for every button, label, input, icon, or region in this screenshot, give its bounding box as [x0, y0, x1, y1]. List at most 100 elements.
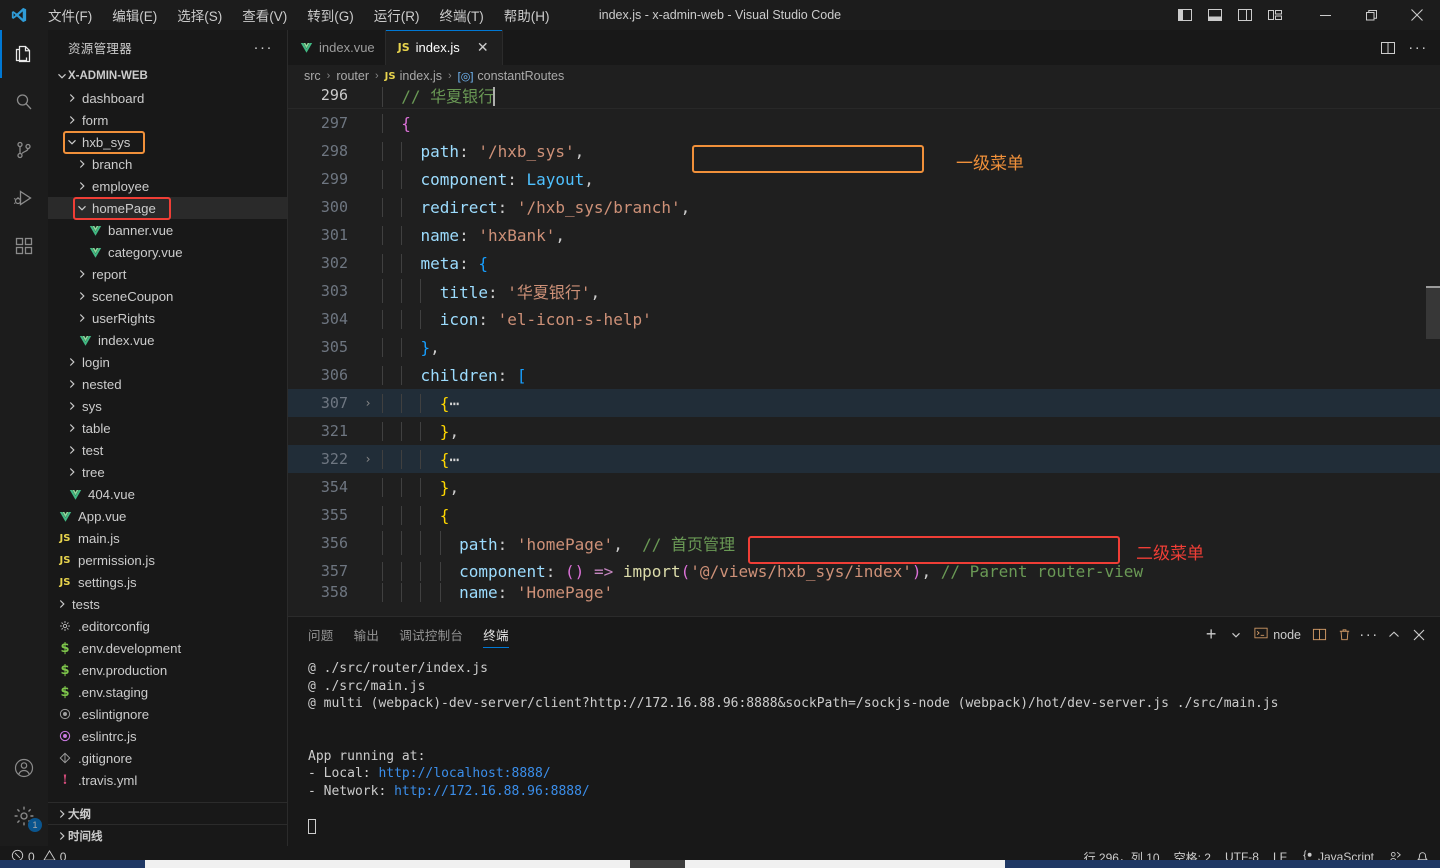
code-line[interactable]: 358 name: 'HomePage'	[288, 582, 1440, 602]
code-line[interactable]: 321 },	[288, 417, 1440, 445]
code-line[interactable]: 303 title: '华夏银行',	[288, 277, 1440, 305]
tree-item-test[interactable]: test	[48, 439, 287, 461]
tree-item--editorconfig[interactable]: .editorconfig	[48, 615, 287, 637]
menu-file[interactable]: 文件(F)	[38, 0, 102, 30]
tree-item-settings-js[interactable]: JS settings.js	[48, 571, 287, 593]
toggle-primary-sidebar-icon[interactable]	[1170, 0, 1200, 30]
tree-item-banner-vue[interactable]: banner.vue	[48, 219, 287, 241]
panel-tab-terminal[interactable]: 终端	[483, 617, 509, 652]
code-line[interactable]: 357 component: () => import('@/views/hxb…	[288, 557, 1440, 585]
activity-extensions-icon[interactable]	[0, 222, 48, 270]
toggle-secondary-sidebar-icon[interactable]	[1230, 0, 1260, 30]
tree-item-app-vue[interactable]: App.vue	[48, 505, 287, 527]
tree-item-tests[interactable]: tests	[48, 593, 287, 615]
tab-close-icon[interactable]: ✕	[474, 39, 492, 57]
terminal-link[interactable]: http://localhost:8888/	[378, 766, 550, 781]
tree-item-category-vue[interactable]: category.vue	[48, 241, 287, 263]
code-line[interactable]: 355 {	[288, 501, 1440, 529]
tab-index-js[interactable]: JS index.js ✕	[385, 30, 503, 65]
tree-item-form[interactable]: form	[48, 109, 287, 131]
breadcrumb-router[interactable]: router	[336, 69, 369, 83]
code-line[interactable]: 297 {	[288, 109, 1440, 137]
maximize-panel-icon[interactable]	[1383, 621, 1405, 649]
code-line[interactable]: 296 // 华夏银行	[288, 87, 1440, 109]
tree-item-permission-js[interactable]: JS permission.js	[48, 549, 287, 571]
tree-item-login[interactable]: login	[48, 351, 287, 373]
tree-item-index-vue[interactable]: index.vue	[48, 329, 287, 351]
code-line[interactable]: 307 › {⋯	[288, 389, 1440, 417]
menu-edit[interactable]: 编辑(E)	[102, 0, 167, 30]
activity-source-control-icon[interactable]	[0, 126, 48, 174]
code-line[interactable]: 300 redirect: '/hxb_sys/branch',	[288, 193, 1440, 221]
tree-item-tree[interactable]: tree	[48, 461, 287, 483]
terminal-link[interactable]: http://172.16.88.96:8888/	[394, 784, 590, 799]
sidebar-section-timeline[interactable]: 时间线	[48, 824, 287, 846]
editor-scrollbar-thumb[interactable]	[1426, 287, 1440, 339]
activity-run-debug-icon[interactable]	[0, 174, 48, 222]
code-line[interactable]: 356 path: 'homePage', // 首页管理	[288, 529, 1440, 557]
tree-item--env-development[interactable]: $ .env.development	[48, 637, 287, 659]
activity-search-icon[interactable]	[0, 78, 48, 126]
code-editor[interactable]: 296 // 华夏银行 297 {298 path: '/hxb_sys', 299…	[288, 87, 1440, 616]
tab-index-vue[interactable]: index.vue	[288, 30, 386, 65]
tree-item-scenecoupon[interactable]: sceneCoupon	[48, 285, 287, 307]
tree-item-404-vue[interactable]: 404.vue	[48, 483, 287, 505]
split-editor-icon[interactable]	[1374, 33, 1402, 63]
code-line[interactable]: 299 component: Layout,	[288, 165, 1440, 193]
panel-tab-debug-console[interactable]: 调试控制台	[399, 617, 463, 652]
new-terminal-icon[interactable]: +	[1200, 621, 1222, 649]
breadcrumb-symbol-constantroutes[interactable]: [◎] constantRoutes	[458, 69, 565, 83]
tree-item-hxb_sys[interactable]: hxb_sys	[48, 130, 287, 154]
customize-layout-icon[interactable]	[1260, 0, 1290, 30]
fold-chevron-icon[interactable]: ›	[360, 396, 376, 410]
activity-explorer-icon[interactable]	[0, 30, 48, 78]
tree-item-userrights[interactable]: userRights	[48, 307, 287, 329]
toggle-panel-icon[interactable]	[1200, 0, 1230, 30]
activity-accounts-icon[interactable]	[0, 744, 48, 792]
tree-item-report[interactable]: report	[48, 263, 287, 285]
tree-item-table[interactable]: table	[48, 417, 287, 439]
breadcrumb-src[interactable]: src	[304, 69, 321, 83]
menu-terminal[interactable]: 终端(T)	[430, 0, 494, 30]
menu-selection[interactable]: 选择(S)	[167, 0, 232, 30]
code-line[interactable]: 298 path: '/hxb_sys',	[288, 137, 1440, 165]
editor-vertical-scrollbar[interactable]	[1426, 87, 1440, 616]
terminal-output[interactable]: @ ./src/router/index.js @ ./src/main.js @ …	[288, 652, 1440, 846]
tree-item-branch[interactable]: branch	[48, 153, 287, 175]
tree-item--env-production[interactable]: $ .env.production	[48, 659, 287, 681]
code-line[interactable]: 305 },	[288, 333, 1440, 361]
window-close-button[interactable]	[1394, 0, 1440, 30]
menu-view[interactable]: 查看(V)	[232, 0, 297, 30]
tree-item--eslintrc-js[interactable]: .eslintrc.js	[48, 725, 287, 747]
active-terminal-indicator[interactable]: node	[1250, 621, 1305, 649]
window-restore-button[interactable]	[1348, 0, 1394, 30]
breadcrumb-index-js[interactable]: JS index.js	[385, 69, 442, 83]
panel-tab-output[interactable]: 输出	[354, 617, 380, 652]
tree-item-dashboard[interactable]: dashboard	[48, 87, 287, 109]
tree-item--env-staging[interactable]: $ .env.staging	[48, 681, 287, 703]
fold-chevron-icon[interactable]: ›	[360, 452, 376, 466]
activity-manage-settings-icon[interactable]: 1	[0, 792, 48, 840]
tree-item-employee[interactable]: employee	[48, 175, 287, 197]
terminal-dropdown-icon[interactable]	[1225, 621, 1247, 649]
tree-item-sys[interactable]: sys	[48, 395, 287, 417]
panel-tab-problems[interactable]: 问题	[308, 617, 334, 652]
menu-go[interactable]: 转到(G)	[297, 0, 364, 30]
code-line[interactable]: 354 },	[288, 473, 1440, 501]
explorer-more-icon[interactable]: ···	[254, 39, 280, 56]
code-line[interactable]: 322 › {⋯	[288, 445, 1440, 473]
tree-item--gitignore[interactable]: .gitignore	[48, 747, 287, 769]
window-minimize-button[interactable]	[1302, 0, 1348, 30]
tree-item-main-js[interactable]: JS main.js	[48, 527, 287, 549]
menu-help[interactable]: 帮助(H)	[494, 0, 560, 30]
code-line[interactable]: 306 children: [	[288, 361, 1440, 389]
kill-terminal-icon[interactable]	[1333, 621, 1355, 649]
editor-more-actions-icon[interactable]: ···	[1404, 33, 1432, 63]
file-tree[interactable]: dashboard form hxb_sys branch employee homePa…	[48, 87, 287, 802]
sidebar-section-outline[interactable]: 大纲	[48, 802, 287, 824]
menu-run[interactable]: 运行(R)	[364, 0, 430, 30]
panel-more-actions-icon[interactable]: ···	[1358, 621, 1380, 649]
workspace-root-row[interactable]: X-ADMIN-WEB	[48, 65, 287, 87]
code-line[interactable]: 301 name: 'hxBank',	[288, 221, 1440, 249]
tree-item--eslintignore[interactable]: .eslintignore	[48, 703, 287, 725]
